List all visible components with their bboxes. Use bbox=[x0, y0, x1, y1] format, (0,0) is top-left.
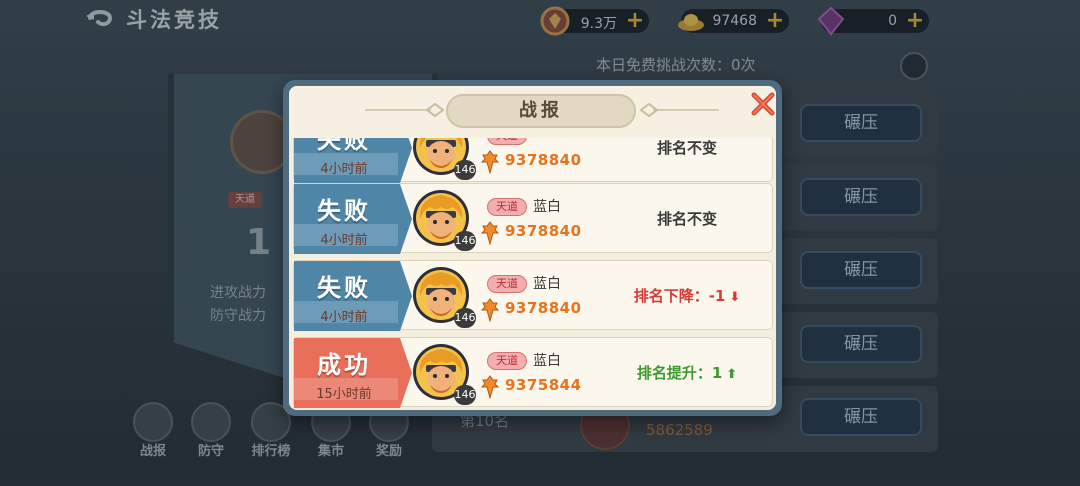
battle-time: 4小时前 bbox=[320, 233, 368, 248]
rank-up-arrow-icon: ⬆ bbox=[726, 367, 738, 382]
rank-change: 排名提升：1 ⬆ bbox=[604, 338, 770, 408]
combat-power-icon bbox=[480, 298, 500, 323]
battle-report-list[interactable]: 失败4小时前146天道9378840排名不变失败4小时前146天道蓝白93788… bbox=[293, 138, 776, 408]
combat-power-icon bbox=[480, 221, 500, 246]
rank-change: 排名不变 bbox=[604, 184, 770, 254]
rank-change-text: 排名不变 bbox=[656, 210, 717, 228]
opponent-level: 146 bbox=[454, 231, 476, 251]
opponent-level: 146 bbox=[454, 160, 476, 180]
result-tab: 失败 4小时前 bbox=[294, 184, 414, 254]
battle-time: 4小时前 bbox=[320, 162, 368, 177]
rank-change: 排名不变 bbox=[604, 138, 770, 183]
battle-report-modal: 战报 失败4小时前146天道9378840排名不变失败4小时前146天道蓝白93… bbox=[283, 80, 782, 416]
rank-change-text: 排名不变 bbox=[656, 139, 717, 157]
battle-report-row[interactable]: 失败 4小时前 146 天道 蓝白 9378840 排名下降：-1 ⬇ bbox=[293, 260, 773, 331]
combat-power-value: 9378840 bbox=[505, 222, 582, 240]
opponent-name: 蓝白 bbox=[533, 276, 561, 292]
opponent-name: 蓝白 bbox=[533, 199, 561, 215]
result-tab: 失败 4小时前 bbox=[294, 138, 414, 183]
combat-power-icon bbox=[480, 375, 500, 400]
battle-report-row[interactable]: 失败 4小时前 146 天道 9378840 排名不变 bbox=[293, 138, 773, 183]
result-label: 失败 bbox=[317, 138, 371, 154]
tier-tag: 天道 bbox=[487, 275, 527, 293]
modal-header: 战报 bbox=[289, 86, 776, 138]
result-label: 成功 bbox=[317, 350, 371, 379]
close-icon[interactable] bbox=[749, 90, 776, 118]
combat-power-value: 9375844 bbox=[505, 376, 582, 394]
rank-change-text: 排名提升：1 bbox=[636, 364, 723, 382]
result-label: 失败 bbox=[317, 196, 371, 225]
combat-power-value: 9378840 bbox=[505, 151, 582, 169]
result-tab: 失败 4小时前 bbox=[294, 261, 414, 331]
tier-tag: 天道 bbox=[487, 138, 527, 145]
title-ornament-left-icon bbox=[365, 102, 445, 118]
result-label: 失败 bbox=[317, 273, 371, 302]
rank-change: 排名下降：-1 ⬇ bbox=[604, 261, 770, 331]
battle-report-row[interactable]: 成功 15小时前 146 天道 蓝白 9375844 排名提升：1 ⬆ bbox=[293, 337, 773, 408]
modal-title: 战报 bbox=[446, 94, 636, 128]
tier-tag: 天道 bbox=[487, 352, 527, 370]
rank-change-text: 排名下降：-1 bbox=[633, 287, 726, 305]
combat-power-icon bbox=[480, 150, 500, 175]
title-ornament-right-icon bbox=[639, 102, 719, 118]
battle-time: 15小时前 bbox=[316, 387, 372, 402]
battle-report-row[interactable]: 失败 4小时前 146 天道 蓝白 9378840 排名不变 bbox=[293, 183, 773, 254]
modal-panel: 战报 失败4小时前146天道9378840排名不变失败4小时前146天道蓝白93… bbox=[289, 86, 776, 410]
rank-down-arrow-icon: ⬇ bbox=[729, 290, 741, 305]
opponent-level: 146 bbox=[454, 308, 476, 328]
combat-power-value: 9378840 bbox=[505, 299, 582, 317]
opponent-level: 146 bbox=[454, 385, 476, 405]
battle-time: 4小时前 bbox=[320, 310, 368, 325]
result-tab: 成功 15小时前 bbox=[294, 338, 414, 408]
opponent-name: 蓝白 bbox=[533, 353, 561, 369]
tier-tag: 天道 bbox=[487, 198, 527, 216]
